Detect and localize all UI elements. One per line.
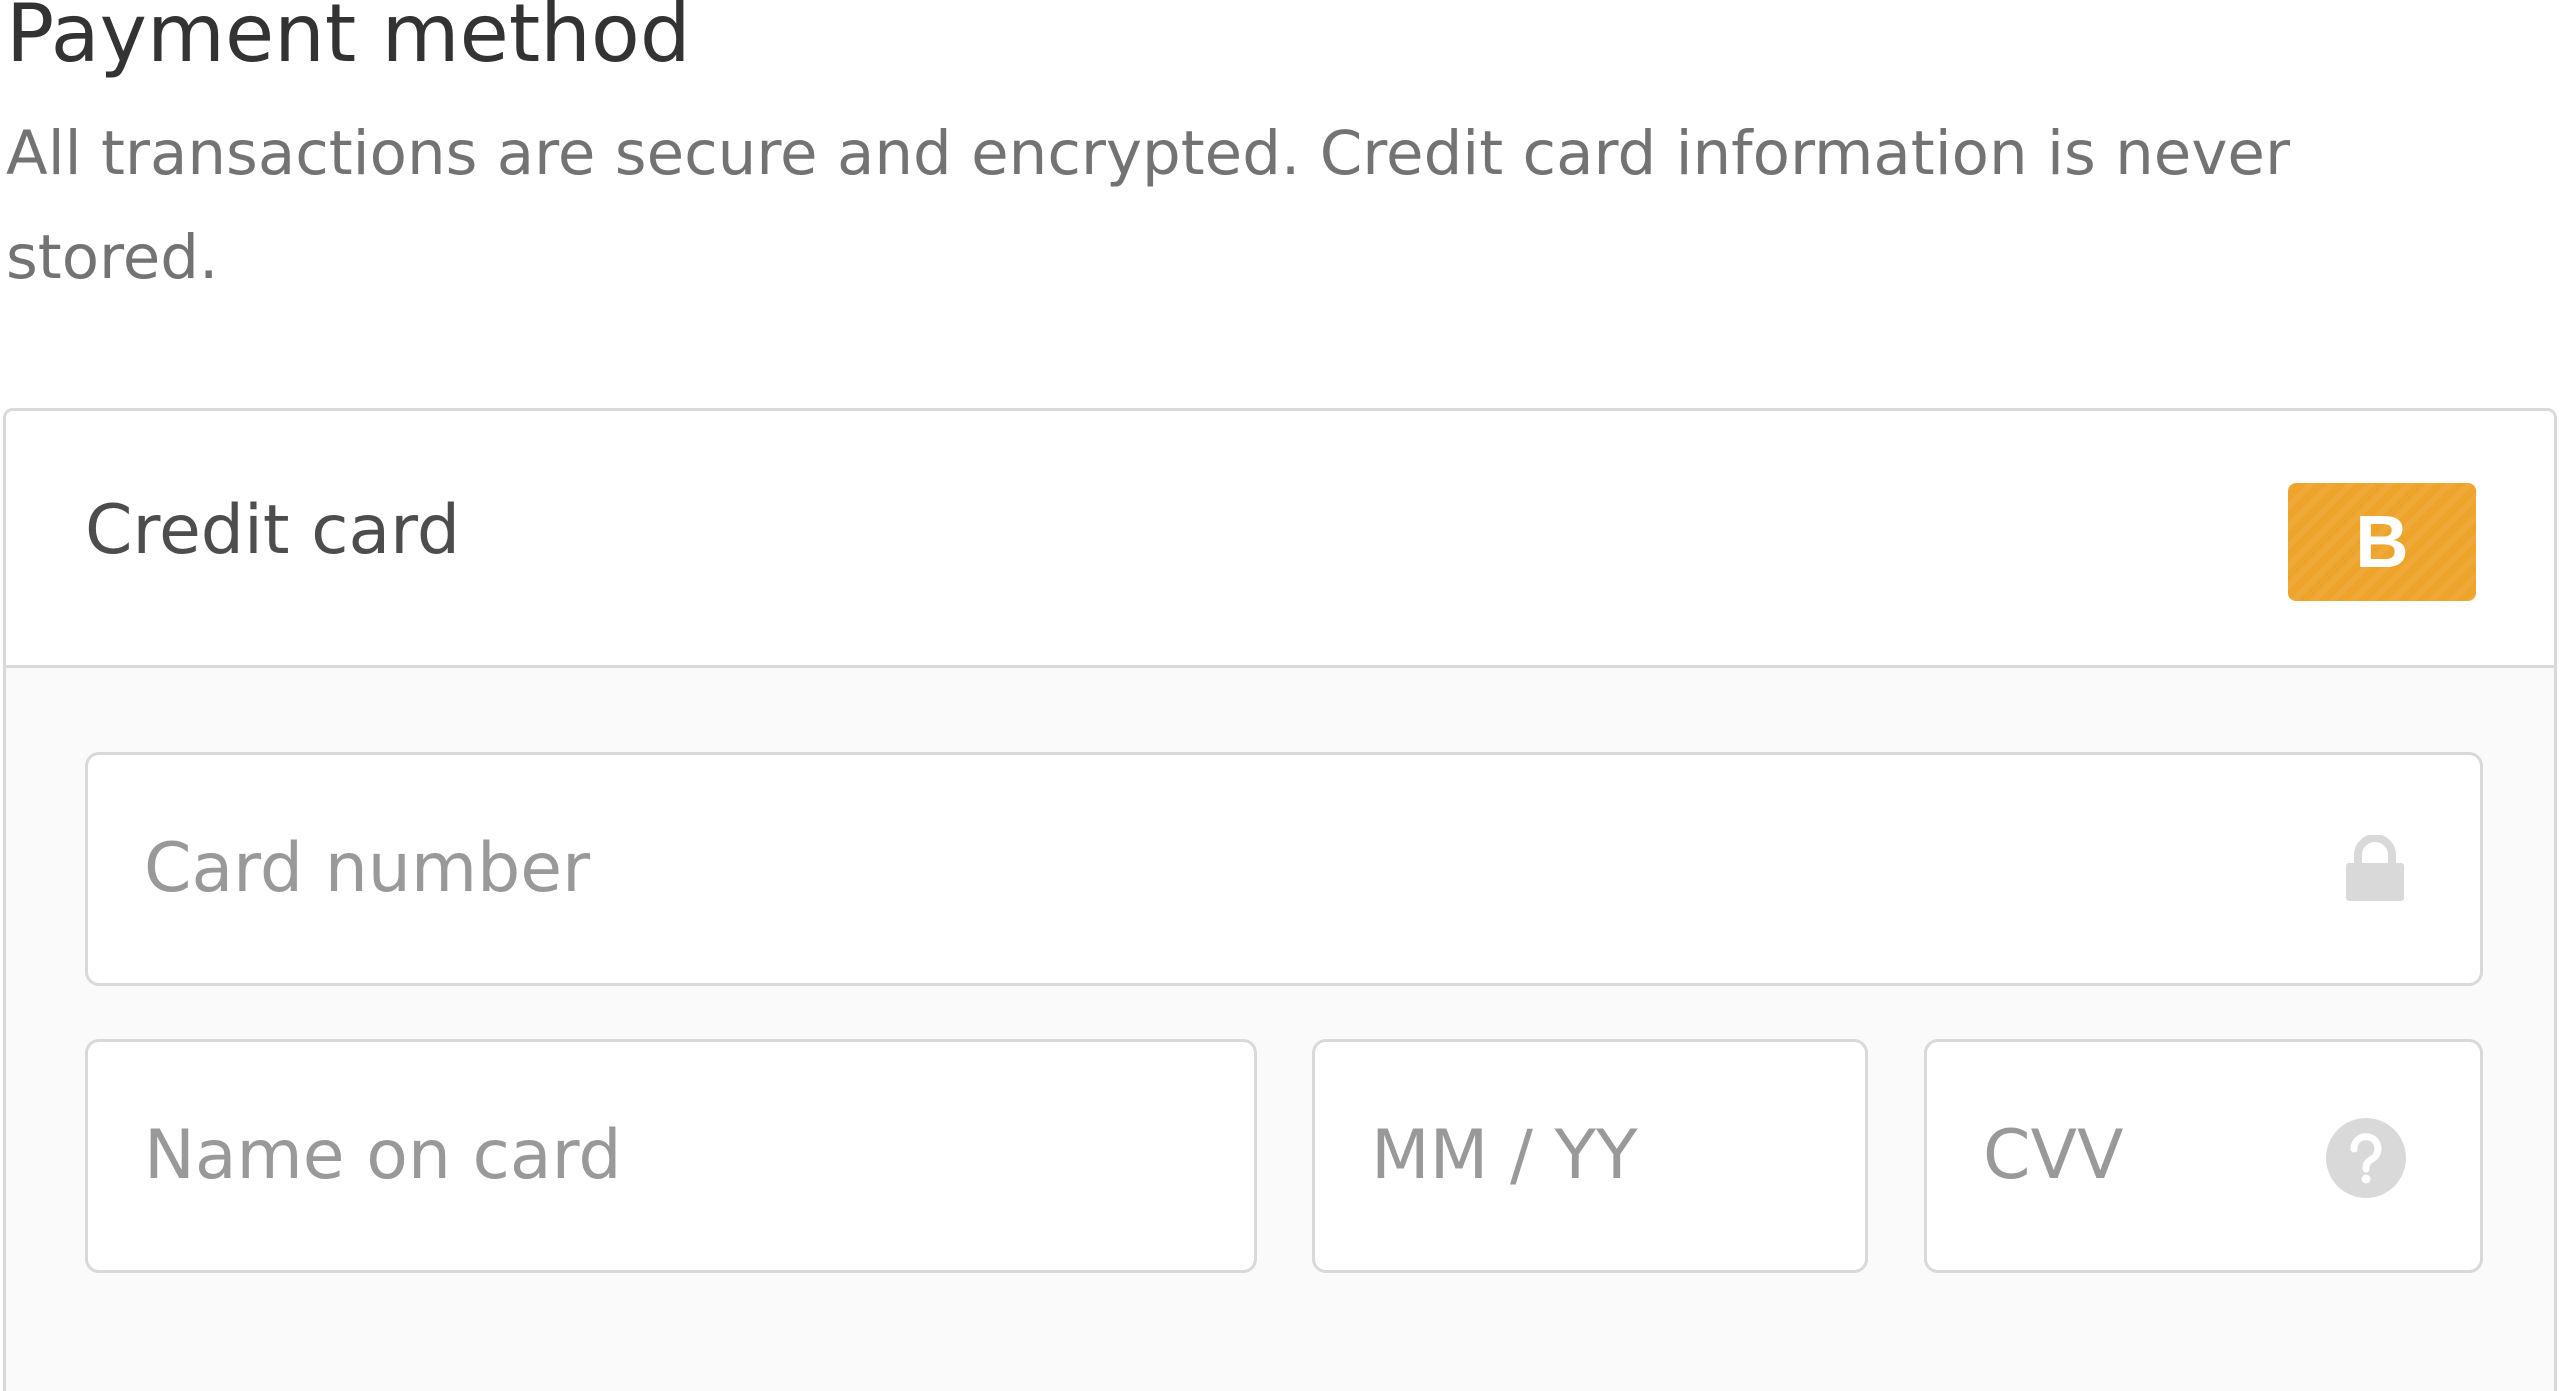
card-number-field[interactable]: Card number <box>85 752 2483 986</box>
lock-icon <box>2344 834 2406 901</box>
help-icon[interactable] <box>2326 1118 2406 1198</box>
cvv-field[interactable]: CVV <box>1924 1039 2483 1273</box>
expiry-date-placeholder: MM / YY <box>1371 1116 1638 1195</box>
page-title: Payment method <box>6 0 691 80</box>
credit-card-label: Credit card <box>85 491 461 570</box>
card-brand-badge: B <box>2288 483 2476 601</box>
card-number-placeholder: Card number <box>144 829 591 908</box>
checkout-payment-section: Payment method All transactions are secu… <box>0 0 2560 1391</box>
expiry-date-field[interactable]: MM / YY <box>1312 1039 1868 1273</box>
cvv-placeholder: CVV <box>1983 1116 2124 1195</box>
name-on-card-field[interactable]: Name on card <box>85 1039 1257 1273</box>
security-notice: All transactions are secure and encrypte… <box>6 118 2291 293</box>
credit-card-option[interactable]: Credit card B <box>6 411 2554 668</box>
payment-method-box: Credit card B Card number Name on card M… <box>3 408 2557 1391</box>
name-on-card-placeholder: Name on card <box>144 1116 622 1195</box>
